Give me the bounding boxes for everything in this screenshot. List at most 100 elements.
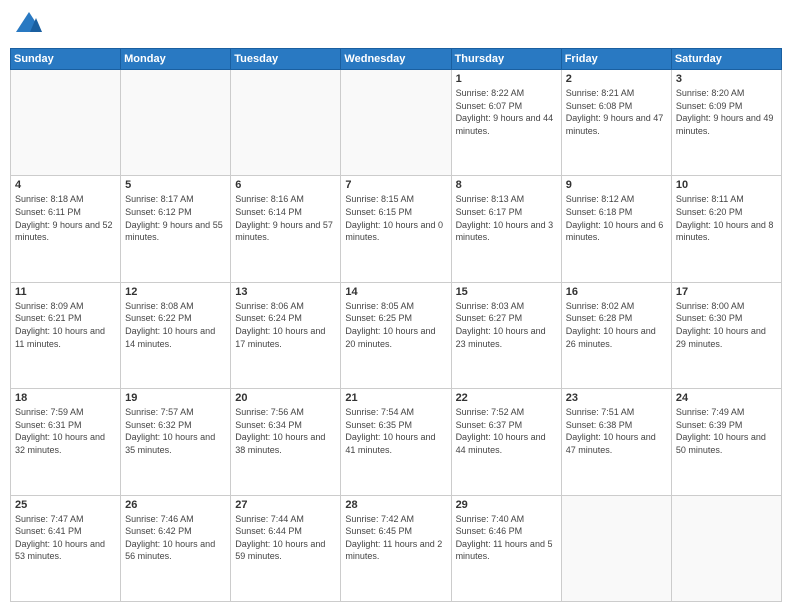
calendar-cell: 10 Sunrise: 8:11 AMSunset: 6:20 PMDayligh…	[671, 176, 781, 282]
day-number: 24	[676, 392, 777, 404]
day-info: Sunrise: 8:11 AMSunset: 6:20 PMDaylight:…	[676, 193, 777, 243]
day-number: 22	[456, 392, 557, 404]
calendar-cell	[231, 70, 341, 176]
day-number: 15	[456, 286, 557, 298]
day-number: 9	[566, 179, 667, 191]
calendar-cell: 3 Sunrise: 8:20 AMSunset: 6:09 PMDaylight…	[671, 70, 781, 176]
day-info: Sunrise: 7:42 AMSunset: 6:45 PMDaylight:…	[345, 513, 446, 563]
calendar-cell: 9 Sunrise: 8:12 AMSunset: 6:18 PMDaylight…	[561, 176, 671, 282]
day-info: Sunrise: 7:49 AMSunset: 6:39 PMDaylight:…	[676, 406, 777, 456]
day-info: Sunrise: 7:51 AMSunset: 6:38 PMDaylight:…	[566, 406, 667, 456]
calendar-week-2: 4Sunrise: 8:18 AMSunset: 6:11 PMDaylight…	[11, 176, 782, 282]
calendar-cell: 8 Sunrise: 8:13 AMSunset: 6:17 PMDaylight…	[451, 176, 561, 282]
day-number: 21	[345, 392, 446, 404]
calendar-cell: 18 Sunrise: 7:59 AMSunset: 6:31 PMDayligh…	[11, 389, 121, 495]
weekday-tuesday: Tuesday	[231, 49, 341, 70]
day-number: 23	[566, 392, 667, 404]
day-number: 20	[235, 392, 336, 404]
day-info: Sunrise: 7:57 AMSunset: 6:32 PMDaylight:…	[125, 406, 226, 456]
day-number: 29	[456, 499, 557, 511]
day-info: Sunrise: 7:59 AMSunset: 6:31 PMDaylight:…	[15, 406, 116, 456]
day-info: Sunrise: 8:21 AMSunset: 6:08 PMDaylight:…	[566, 87, 667, 137]
calendar-week-4: 18 Sunrise: 7:59 AMSunset: 6:31 PMDayligh…	[11, 389, 782, 495]
calendar-cell: 27Sunrise: 7:44 AMSunset: 6:44 PMDayligh…	[231, 495, 341, 601]
calendar-cell: 29 Sunrise: 7:40 AMSunset: 6:46 PMDayligh…	[451, 495, 561, 601]
day-info: Sunrise: 7:46 AMSunset: 6:42 PMDaylight:…	[125, 513, 226, 563]
day-number: 8	[456, 179, 557, 191]
day-info: Sunrise: 7:52 AMSunset: 6:37 PMDaylight:…	[456, 406, 557, 456]
calendar-cell: 22 Sunrise: 7:52 AMSunset: 6:37 PMDayligh…	[451, 389, 561, 495]
day-info: Sunrise: 8:17 AMSunset: 6:12 PMDaylight:…	[125, 193, 226, 243]
logo-icon	[14, 10, 44, 40]
day-number: 3	[676, 73, 777, 85]
calendar-cell	[671, 495, 781, 601]
calendar-cell: 5 Sunrise: 8:17 AMSunset: 6:12 PMDaylight…	[121, 176, 231, 282]
calendar-cell	[121, 70, 231, 176]
logo	[14, 10, 48, 40]
calendar-cell: 2 Sunrise: 8:21 AMSunset: 6:08 PMDaylight…	[561, 70, 671, 176]
day-number: 12	[125, 286, 226, 298]
calendar-cell: 17 Sunrise: 8:00 AMSunset: 6:30 PMDayligh…	[671, 282, 781, 388]
calendar-cell: 16Sunrise: 8:02 AMSunset: 6:28 PMDayligh…	[561, 282, 671, 388]
calendar-cell: 1Sunrise: 8:22 AMSunset: 6:07 PMDaylight…	[451, 70, 561, 176]
day-number: 17	[676, 286, 777, 298]
day-info: Sunrise: 8:00 AMSunset: 6:30 PMDaylight:…	[676, 300, 777, 350]
weekday-saturday: Saturday	[671, 49, 781, 70]
calendar-cell: 6 Sunrise: 8:16 AMSunset: 6:14 PMDaylight…	[231, 176, 341, 282]
weekday-friday: Friday	[561, 49, 671, 70]
calendar-cell: 19 Sunrise: 7:57 AMSunset: 6:32 PMDayligh…	[121, 389, 231, 495]
calendar-week-3: 11 Sunrise: 8:09 AMSunset: 6:21 PMDayligh…	[11, 282, 782, 388]
day-number: 11	[15, 286, 116, 298]
day-info: Sunrise: 8:20 AMSunset: 6:09 PMDaylight:…	[676, 87, 777, 137]
day-number: 10	[676, 179, 777, 191]
calendar-cell: 21Sunrise: 7:54 AMSunset: 6:35 PMDayligh…	[341, 389, 451, 495]
calendar-cell: 26 Sunrise: 7:46 AMSunset: 6:42 PMDayligh…	[121, 495, 231, 601]
day-info: Sunrise: 8:13 AMSunset: 6:17 PMDaylight:…	[456, 193, 557, 243]
day-info: Sunrise: 8:16 AMSunset: 6:14 PMDaylight:…	[235, 193, 336, 243]
calendar-cell: 23 Sunrise: 7:51 AMSunset: 6:38 PMDayligh…	[561, 389, 671, 495]
day-info: Sunrise: 7:40 AMSunset: 6:46 PMDaylight:…	[456, 513, 557, 563]
calendar-cell	[561, 495, 671, 601]
calendar-week-1: 1Sunrise: 8:22 AMSunset: 6:07 PMDaylight…	[11, 70, 782, 176]
calendar-cell: 28 Sunrise: 7:42 AMSunset: 6:45 PMDayligh…	[341, 495, 451, 601]
day-number: 28	[345, 499, 446, 511]
day-number: 4	[15, 179, 116, 191]
day-number: 2	[566, 73, 667, 85]
day-info: Sunrise: 8:15 AMSunset: 6:15 PMDaylight:…	[345, 193, 446, 243]
day-number: 13	[235, 286, 336, 298]
calendar-cell: 24 Sunrise: 7:49 AMSunset: 6:39 PMDayligh…	[671, 389, 781, 495]
calendar-cell: 13Sunrise: 8:06 AMSunset: 6:24 PMDayligh…	[231, 282, 341, 388]
weekday-sunday: Sunday	[11, 49, 121, 70]
header	[10, 10, 782, 40]
day-info: Sunrise: 8:05 AMSunset: 6:25 PMDaylight:…	[345, 300, 446, 350]
day-number: 7	[345, 179, 446, 191]
day-number: 19	[125, 392, 226, 404]
calendar-cell: 7 Sunrise: 8:15 AMSunset: 6:15 PMDaylight…	[341, 176, 451, 282]
day-number: 27	[235, 499, 336, 511]
day-info: Sunrise: 8:02 AMSunset: 6:28 PMDaylight:…	[566, 300, 667, 350]
day-info: Sunrise: 8:09 AMSunset: 6:21 PMDaylight:…	[15, 300, 116, 350]
calendar-cell: 20Sunrise: 7:56 AMSunset: 6:34 PMDayligh…	[231, 389, 341, 495]
day-info: Sunrise: 7:47 AMSunset: 6:41 PMDaylight:…	[15, 513, 116, 563]
day-info: Sunrise: 8:03 AMSunset: 6:27 PMDaylight:…	[456, 300, 557, 350]
day-number: 26	[125, 499, 226, 511]
page: SundayMondayTuesdayWednesdayThursdayFrid…	[0, 0, 792, 612]
day-number: 6	[235, 179, 336, 191]
weekday-thursday: Thursday	[451, 49, 561, 70]
weekday-monday: Monday	[121, 49, 231, 70]
weekday-row: SundayMondayTuesdayWednesdayThursdayFrid…	[11, 49, 782, 70]
day-info: Sunrise: 8:12 AMSunset: 6:18 PMDaylight:…	[566, 193, 667, 243]
calendar-cell	[11, 70, 121, 176]
day-number: 14	[345, 286, 446, 298]
weekday-wednesday: Wednesday	[341, 49, 451, 70]
calendar-cell: 15 Sunrise: 8:03 AMSunset: 6:27 PMDayligh…	[451, 282, 561, 388]
day-number: 1	[456, 73, 557, 85]
calendar-cell: 4Sunrise: 8:18 AMSunset: 6:11 PMDaylight…	[11, 176, 121, 282]
calendar-cell: 11 Sunrise: 8:09 AMSunset: 6:21 PMDayligh…	[11, 282, 121, 388]
calendar-cell: 12Sunrise: 8:08 AMSunset: 6:22 PMDayligh…	[121, 282, 231, 388]
calendar: SundayMondayTuesdayWednesdayThursdayFrid…	[10, 48, 782, 602]
calendar-cell: 25Sunrise: 7:47 AMSunset: 6:41 PMDayligh…	[11, 495, 121, 601]
day-number: 5	[125, 179, 226, 191]
calendar-cell	[341, 70, 451, 176]
day-number: 18	[15, 392, 116, 404]
